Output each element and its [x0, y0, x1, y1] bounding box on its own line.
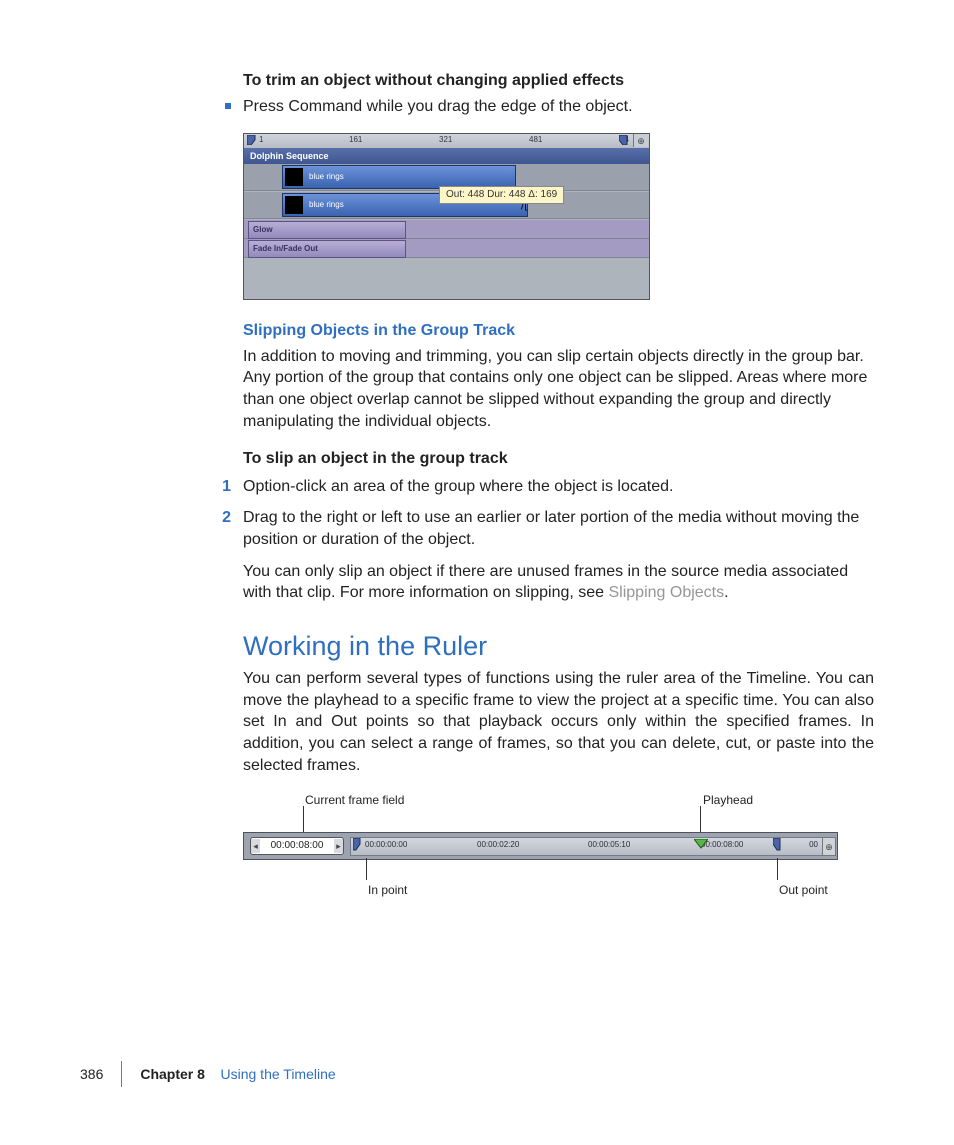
ruler-label: 00:00:05:10	[588, 840, 630, 851]
bullet-square-icon	[225, 103, 231, 109]
bullet-item: Press Command while you drag the edge of…	[243, 96, 874, 118]
ruler-tick: 321	[439, 135, 452, 146]
step-number: 2	[217, 507, 231, 550]
task-heading-trim: To trim an object without changing appli…	[243, 70, 874, 92]
list-item: 1 Option-click an area of the group wher…	[243, 476, 874, 498]
ruler: 1 161 321 481 64 ⊕	[244, 134, 649, 149]
numbered-list: 1 Option-click an area of the group wher…	[243, 476, 874, 551]
group-name: Dolphin Sequence	[250, 150, 329, 162]
callout-current-frame: Current frame field	[305, 792, 404, 808]
page-number: 386	[80, 1065, 103, 1084]
section-heading-ruler: Working in the Ruler	[243, 628, 874, 664]
cross-ref-link[interactable]: Slipping Objects	[609, 584, 725, 601]
behavior-clip: Glow	[248, 221, 406, 239]
clip-thumbnail	[285, 196, 303, 214]
ruler-tick: 481	[529, 135, 542, 146]
in-point-marker-icon	[353, 838, 362, 857]
callout-playhead: Playhead	[703, 792, 753, 808]
paragraph: You can perform several types of functio…	[243, 668, 874, 776]
behavior-clip: Fade In/Fade Out	[248, 240, 406, 258]
in-marker-icon	[247, 135, 257, 145]
document-page: To trim an object without changing appli…	[0, 0, 954, 1145]
ruler-body: ◂ 00:00:08:00 ▸ 00:00:00:00 00:00:02:20 …	[243, 832, 838, 860]
ruler-label: 00	[809, 840, 818, 851]
paragraph: In addition to moving and trimming, you …	[243, 346, 874, 432]
current-frame-field[interactable]: ◂ 00:00:08:00 ▸	[250, 837, 344, 855]
step-number: 1	[217, 476, 231, 498]
step-left-icon[interactable]: ◂	[251, 839, 260, 853]
timeline-ruler[interactable]: 00:00:00:00 00:00:02:20 00:00:05:10 00:0…	[350, 837, 823, 856]
step-text: Drag to the right or left to use an earl…	[243, 507, 874, 550]
callout-leader	[700, 806, 701, 834]
clip-label: blue rings	[309, 200, 344, 211]
clip-thumbnail	[285, 168, 303, 186]
footer-divider	[121, 1061, 122, 1087]
chapter-label: Chapter 8	[140, 1066, 205, 1082]
group-header: Dolphin Sequence	[244, 148, 649, 165]
zoom-icon: ⊕	[633, 134, 648, 147]
page-footer: 386 Chapter 8 Using the Timeline	[80, 1061, 336, 1087]
step-right-icon[interactable]: ▸	[334, 839, 343, 853]
trim-tooltip: Out: 448 Dur: 448 Δ: 169	[439, 186, 564, 204]
behavior-row: Fade In/Fade Out	[244, 239, 649, 258]
ruler-tick: 1	[259, 135, 263, 146]
figure-timeline-trim: 1 161 321 481 64 ⊕ Dolphin Sequence blue…	[243, 133, 650, 300]
content-area: To trim an object without changing appli…	[243, 70, 874, 902]
callout-in-point: In point	[368, 882, 407, 898]
out-point-marker-icon	[773, 838, 782, 857]
ruler-label: 00:00:02:20	[477, 840, 519, 851]
note-text-a: You can only slip an object if there are…	[243, 563, 848, 602]
current-frame-value: 00:00:08:00	[260, 839, 334, 853]
callout-leader	[366, 858, 367, 880]
callout-leader	[777, 858, 778, 880]
callout-out-point: Out point	[779, 882, 828, 898]
chapter-title: Using the Timeline	[221, 1066, 336, 1082]
paragraph: You can only slip an object if there are…	[243, 561, 874, 604]
task-heading-slip: To slip an object in the group track	[243, 448, 874, 470]
clip-label: blue rings	[309, 172, 344, 183]
bullet-text: Press Command while you drag the edge of…	[243, 96, 633, 118]
figure-ruler: Current frame field Playhead ◂ 00:00:08:…	[243, 792, 838, 902]
ruler-tick: 161	[349, 135, 362, 146]
list-item: 2 Drag to the right or left to use an ea…	[243, 507, 874, 550]
out-marker-icon	[619, 135, 629, 145]
ruler-label: 00:00:00:00	[365, 840, 407, 851]
behavior-row: Glow	[244, 220, 649, 239]
step-text: Option-click an area of the group where …	[243, 476, 673, 498]
playhead-icon	[694, 837, 708, 853]
zoom-icon: ⊕	[822, 837, 836, 856]
note-text-b: .	[724, 584, 728, 601]
subheading-slipping: Slipping Objects in the Group Track	[243, 320, 874, 342]
